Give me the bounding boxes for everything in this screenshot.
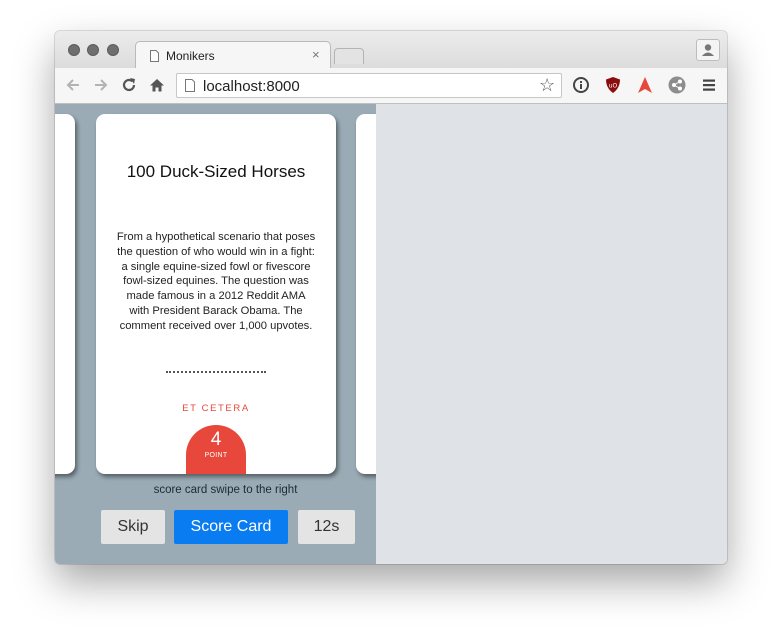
share-extension-icon[interactable] xyxy=(668,76,686,94)
profile-icon[interactable] xyxy=(696,39,720,61)
card-category: ET CETERA xyxy=(182,403,250,414)
game-panel: 100 Duck-Sized Horses From a hypothetica… xyxy=(55,104,376,564)
current-card[interactable]: 100 Duck-Sized Horses From a hypothetica… xyxy=(96,114,336,474)
browser-toolbar: localhost:8000 ☆ uO xyxy=(55,68,727,104)
page-icon xyxy=(185,79,195,92)
card-description: From a hypothetical scenario that poses … xyxy=(116,231,316,332)
home-icon[interactable] xyxy=(148,76,166,94)
page-content: 100 Duck-Sized Horses From a hypothetica… xyxy=(55,104,727,564)
svg-text:uO: uO xyxy=(609,83,618,90)
menu-icon[interactable] xyxy=(700,76,718,94)
url-text[interactable]: localhost:8000 xyxy=(203,78,300,95)
new-tab-button[interactable] xyxy=(334,48,364,64)
tab-monikers[interactable]: Monikers × xyxy=(135,41,331,69)
dotted-divider xyxy=(166,371,266,373)
timer-button[interactable]: 12s xyxy=(298,510,355,544)
next-card[interactable] xyxy=(356,114,376,474)
star-icon[interactable]: ☆ xyxy=(539,76,555,94)
title-bar: Monikers × xyxy=(55,31,727,69)
tab-close-icon[interactable]: × xyxy=(312,47,320,62)
points-label: POINT xyxy=(204,452,228,459)
address-bar[interactable]: localhost:8000 ☆ xyxy=(176,73,562,98)
points-badge: 4 POINT xyxy=(186,425,246,474)
tab-title: Monikers xyxy=(166,49,215,63)
card-title: 100 Duck-Sized Horses xyxy=(126,162,306,181)
page-icon xyxy=(150,50,159,62)
triangle-extension-icon[interactable] xyxy=(636,76,654,94)
points-value: 4 xyxy=(210,429,222,450)
forward-icon[interactable] xyxy=(92,76,110,94)
close-window-button[interactable] xyxy=(68,44,80,56)
skip-button[interactable]: Skip xyxy=(101,510,165,544)
swipe-hint: score card swipe to the right xyxy=(153,484,298,496)
ublock-icon[interactable]: uO xyxy=(604,76,622,94)
back-icon[interactable] xyxy=(64,76,82,94)
minimize-window-button[interactable] xyxy=(87,44,99,56)
browser-window: Monikers × localhost:8000 ☆ uO 100 Duck-… xyxy=(55,31,727,564)
previous-card[interactable] xyxy=(55,114,75,474)
zoom-window-button[interactable] xyxy=(107,44,119,56)
score-card-button[interactable]: Score Card xyxy=(174,510,288,544)
reload-icon[interactable] xyxy=(120,76,138,94)
info-icon[interactable] xyxy=(572,76,590,94)
empty-area xyxy=(376,104,727,564)
